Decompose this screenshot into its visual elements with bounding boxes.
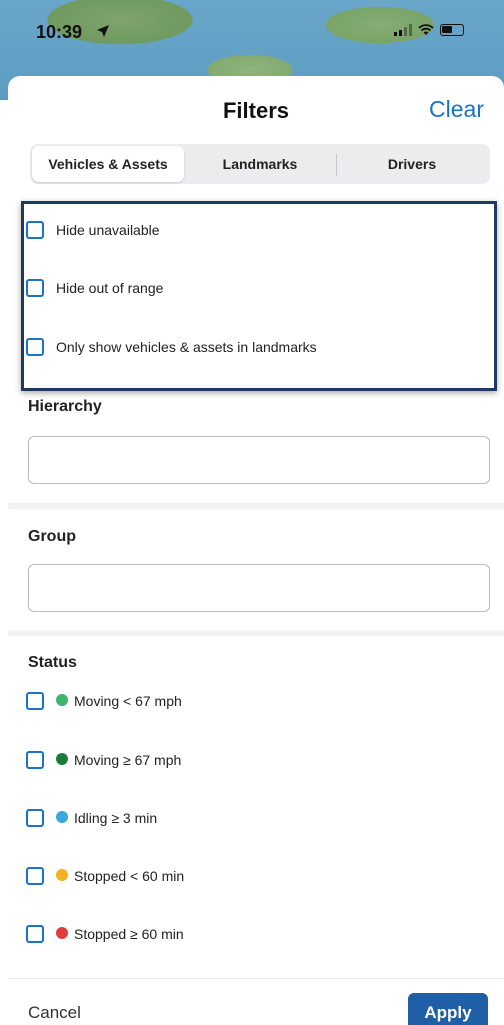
- status-checkbox[interactable]: [26, 809, 44, 827]
- hierarchy-label: Hierarchy: [28, 398, 102, 415]
- status-item-label: Moving ≥ 67 mph: [74, 752, 182, 768]
- bottom-bar: Cancel Apply: [8, 978, 504, 1025]
- status-item[interactable]: Stopped < 60 min: [26, 867, 184, 885]
- status-item-label: Moving < 67 mph: [74, 693, 182, 709]
- status-item-text: Moving ≥ 67 mph: [56, 752, 181, 768]
- status-bar: 10:39: [0, 0, 504, 74]
- status-item-label: Stopped < 60 min: [74, 868, 185, 884]
- clear-button[interactable]: Clear: [429, 96, 484, 123]
- wifi-icon: [418, 24, 434, 35]
- filter-tabs: Vehicles & Assets Landmarks Drivers: [30, 144, 490, 184]
- status-item-text: Idling ≥ 3 min: [56, 810, 157, 826]
- cancel-button[interactable]: Cancel: [28, 1003, 81, 1023]
- hide-out-of-range-row[interactable]: Hide out of range: [26, 279, 163, 297]
- status-checkbox[interactable]: [26, 751, 44, 769]
- group-input[interactable]: [28, 564, 490, 612]
- status-dot-icon: [56, 811, 68, 823]
- tab-vehicles-assets[interactable]: Vehicles & Assets: [32, 146, 184, 182]
- hide-out-of-range-checkbox[interactable]: [26, 279, 44, 297]
- filters-sheet: Filters Clear Vehicles & Assets Landmark…: [8, 76, 504, 1025]
- status-item[interactable]: Idling ≥ 3 min: [26, 809, 157, 827]
- status-icons: [394, 24, 464, 36]
- landmarks-only-row[interactable]: Only show vehicles & assets in landmarks: [26, 338, 317, 356]
- status-item-label: Idling ≥ 3 min: [74, 810, 158, 826]
- status-item[interactable]: Moving < 67 mph: [26, 692, 182, 710]
- hide-out-of-range-label: Hide out of range: [56, 280, 164, 296]
- section-divider: [8, 503, 504, 509]
- status-item-text: Stopped < 60 min: [56, 868, 184, 884]
- hide-unavailable-label: Hide unavailable: [56, 222, 160, 238]
- group-label: Group: [28, 528, 76, 545]
- hide-unavailable-row[interactable]: Hide unavailable: [26, 221, 160, 239]
- status-dot-icon: [56, 869, 68, 881]
- status-dot-icon: [56, 927, 68, 939]
- battery-icon: [440, 24, 464, 36]
- location-arrow-icon: [97, 25, 109, 37]
- landmarks-only-checkbox[interactable]: [26, 338, 44, 356]
- hierarchy-input[interactable]: [28, 436, 490, 484]
- status-item-label: Stopped ≥ 60 min: [74, 926, 184, 942]
- status-dot-icon: [56, 753, 68, 765]
- cellular-signal-icon: [394, 24, 412, 36]
- status-checkbox[interactable]: [26, 925, 44, 943]
- tab-landmarks[interactable]: Landmarks: [184, 146, 336, 182]
- section-divider: [8, 630, 504, 636]
- status-time: 10:39: [36, 22, 83, 42]
- status-item[interactable]: Stopped ≥ 60 min: [26, 925, 184, 943]
- hide-unavailable-checkbox[interactable]: [26, 221, 44, 239]
- status-item-text: Stopped ≥ 60 min: [56, 926, 184, 942]
- tab-drivers[interactable]: Drivers: [336, 146, 488, 182]
- status-item[interactable]: Moving ≥ 67 mph: [26, 751, 181, 769]
- status-label: Status: [28, 654, 77, 671]
- status-checkbox[interactable]: [26, 867, 44, 885]
- landmarks-only-label: Only show vehicles & assets in landmarks: [56, 339, 317, 355]
- status-item-text: Moving < 67 mph: [56, 693, 182, 709]
- status-dot-icon: [56, 694, 68, 706]
- status-checkbox[interactable]: [26, 692, 44, 710]
- apply-button[interactable]: Apply: [408, 993, 488, 1025]
